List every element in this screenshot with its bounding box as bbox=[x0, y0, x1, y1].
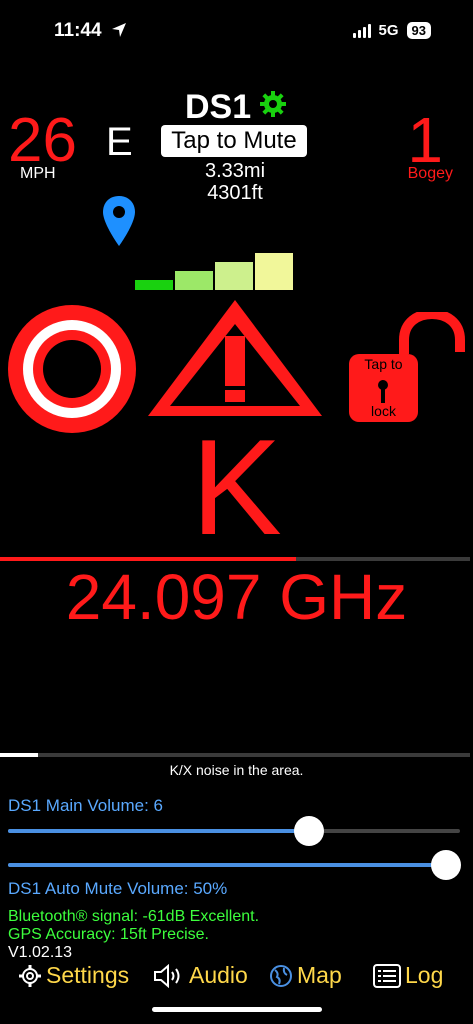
noise-progress-fill bbox=[0, 753, 38, 757]
tab-bar: Settings Audio Map Log bbox=[0, 962, 473, 1002]
signal-strength-meter bbox=[135, 250, 295, 290]
tab-log[interactable]: Log bbox=[373, 962, 443, 989]
status-indicators: 5G 93 bbox=[352, 22, 431, 39]
signal-strength-bar bbox=[175, 271, 213, 290]
app-version: V1.02.13 bbox=[8, 944, 73, 961]
bluetooth-signal-text: Bluetooth® signal: -61dB Excellent. bbox=[8, 908, 260, 925]
speaker-icon bbox=[154, 963, 180, 988]
signal-strength-bar bbox=[255, 253, 293, 290]
alert-band: K bbox=[191, 411, 282, 563]
network-type: 5G bbox=[378, 22, 399, 39]
signal-strength-bar bbox=[215, 262, 253, 290]
gps-accuracy-text: GPS Accuracy: 15ft Precise. bbox=[8, 926, 209, 943]
gear-outline-icon bbox=[19, 964, 41, 987]
altitude-value: 4301ft bbox=[207, 182, 263, 204]
tab-settings[interactable]: Settings bbox=[18, 962, 129, 989]
distance-info: 3.33mi 4301ft bbox=[200, 160, 270, 204]
bogey-label: Bogey bbox=[407, 165, 453, 182]
globe-icon bbox=[270, 964, 292, 987]
main-volume-slider[interactable] bbox=[8, 829, 460, 833]
speed-unit: MPH bbox=[20, 165, 56, 182]
lock-label-top: Tap to bbox=[364, 356, 403, 372]
list-icon bbox=[373, 963, 401, 988]
gear-icon[interactable] bbox=[259, 90, 287, 118]
warning-icon bbox=[148, 300, 322, 416]
speed-value: 26 bbox=[8, 106, 77, 175]
compass-heading: E bbox=[106, 120, 133, 164]
main-volume-knob[interactable] bbox=[294, 816, 325, 846]
status-time: 11:44 bbox=[54, 20, 127, 42]
device-name: DS1 bbox=[185, 88, 252, 126]
location-arrow-icon bbox=[111, 23, 126, 37]
auto-mute-slider[interactable] bbox=[8, 863, 446, 867]
tab-audio[interactable]: Audio bbox=[153, 962, 248, 989]
distance-value: 3.33mi bbox=[204, 160, 266, 182]
home-indicator[interactable] bbox=[152, 1007, 322, 1012]
cellular-signal-icon bbox=[352, 23, 371, 38]
main-volume-label: DS1 Main Volume: 6 bbox=[8, 796, 163, 815]
signal-strength-bar bbox=[135, 280, 173, 290]
tab-map-label: Map bbox=[297, 962, 342, 988]
tab-settings-label: Settings bbox=[46, 962, 130, 988]
tab-map[interactable]: Map bbox=[269, 962, 342, 989]
status-time-text: 11:44 bbox=[54, 20, 102, 41]
tap-to-mute-button[interactable]: Tap to Mute bbox=[161, 125, 307, 157]
tab-log-label: Log bbox=[405, 962, 444, 988]
bogey-count: 1 bbox=[407, 104, 443, 176]
main-volume-fill bbox=[8, 829, 310, 833]
alert-frequency: 24.097 GHz bbox=[65, 561, 408, 633]
tab-audio-label: Audio bbox=[189, 962, 248, 988]
auto-mute-label: DS1 Auto Mute Volume: 50% bbox=[8, 879, 228, 898]
noise-progress-track bbox=[0, 753, 470, 757]
auto-mute-knob[interactable] bbox=[431, 850, 461, 880]
noise-message: K/X noise in the area. bbox=[169, 762, 304, 778]
battery-level: 93 bbox=[406, 22, 431, 39]
auto-mute-fill bbox=[8, 863, 446, 867]
location-pin-icon[interactable] bbox=[101, 194, 137, 248]
